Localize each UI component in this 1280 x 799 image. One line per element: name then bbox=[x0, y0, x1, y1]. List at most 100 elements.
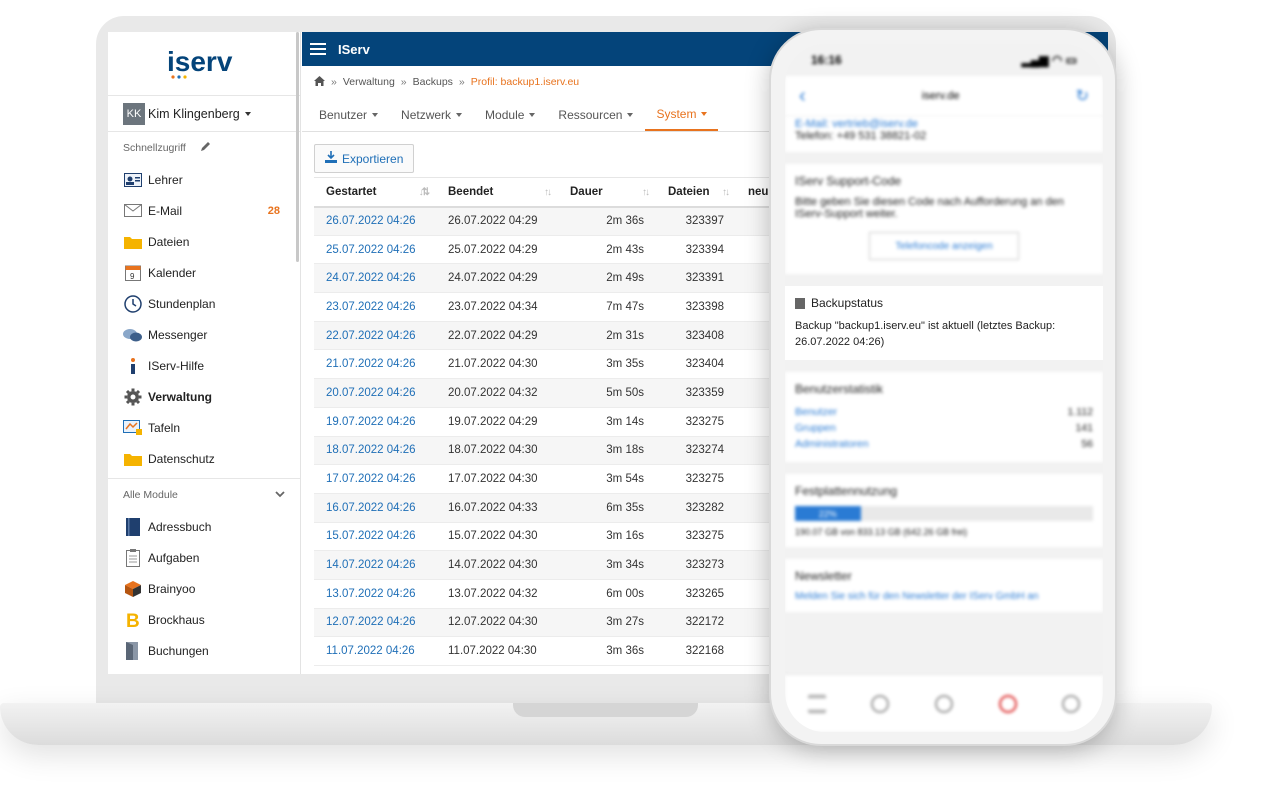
duration-cell: 2m 49s bbox=[558, 263, 656, 294]
stat-label[interactable]: Gruppen bbox=[795, 420, 836, 436]
started-cell[interactable]: 15.07.2022 04:26 bbox=[314, 522, 436, 552]
started-cell[interactable]: 16.07.2022 04:26 bbox=[314, 493, 436, 523]
started-cell[interactable]: 11.07.2022 04:26 bbox=[314, 636, 436, 666]
table-row[interactable]: 17.07.2022 04:26 17.07.2022 04:30 3m 54s 32… bbox=[314, 464, 781, 494]
sidebar-item-buchungen[interactable]: Buchungen bbox=[108, 635, 300, 666]
sidebar-item-lehrer[interactable]: Lehrer bbox=[108, 164, 300, 195]
started-cell[interactable]: 14.07.2022 04:26 bbox=[314, 550, 436, 580]
started-cell[interactable]: 21.07.2022 04:26 bbox=[314, 349, 436, 380]
column-header-gestartet[interactable]: Gestartet ↓⇅ bbox=[314, 177, 436, 208]
started-cell[interactable]: 20.07.2022 04:26 bbox=[314, 378, 436, 408]
sort-icon: ↑↓ bbox=[722, 187, 730, 198]
started-cell[interactable]: 26.07.2022 04:26 bbox=[314, 206, 436, 236]
table-row[interactable]: 19.07.2022 04:26 19.07.2022 04:29 3m 14s 32… bbox=[314, 407, 781, 437]
table-row[interactable]: 18.07.2022 04:26 18.07.2022 04:30 3m 18s 32… bbox=[314, 436, 781, 466]
all-modules-header[interactable]: Alle Module bbox=[108, 479, 300, 511]
sidebar-item-label: IServ-Hilfe bbox=[148, 358, 205, 373]
contact-email[interactable]: E-Mail: vertrieb@iserv.de bbox=[795, 118, 1093, 130]
contact-card-icon bbox=[123, 170, 143, 190]
refresh-icon[interactable]: ↻ bbox=[1076, 86, 1089, 106]
support-code-card: IServ Support-Code Bitte geben Sie diese… bbox=[785, 164, 1103, 274]
started-cell[interactable]: 12.07.2022 04:26 bbox=[314, 608, 436, 638]
chat-tab-icon[interactable] bbox=[934, 694, 953, 713]
breadcrumb-separator: » bbox=[331, 76, 337, 88]
started-cell[interactable]: 25.07.2022 04:26 bbox=[314, 235, 436, 265]
tab-module[interactable]: Module bbox=[474, 98, 546, 131]
sidebar-item-adressbuch[interactable]: Adressbuch bbox=[108, 511, 300, 542]
table-row[interactable]: 15.07.2022 04:26 15.07.2022 04:30 3m 16s 32… bbox=[314, 522, 781, 552]
started-cell[interactable]: 19.07.2022 04:26 bbox=[314, 407, 436, 437]
table-row[interactable]: 23.07.2022 04:26 23.07.2022 04:34 7m 47s 32… bbox=[314, 292, 781, 322]
back-chevron-icon[interactable]: ‹ bbox=[799, 85, 806, 108]
started-cell[interactable]: 24.07.2022 04:26 bbox=[314, 263, 436, 294]
notifications-tab-icon[interactable] bbox=[998, 694, 1017, 713]
breadcrumb-backups[interactable]: Backups bbox=[413, 76, 453, 88]
sidebar-item-tafeln[interactable]: Tafeln bbox=[108, 412, 300, 443]
table-row[interactable]: 21.07.2022 04:26 21.07.2022 04:30 3m 35s 32… bbox=[314, 349, 781, 380]
tab-ressourcen[interactable]: Ressourcen bbox=[547, 98, 644, 131]
duration-cell: 3m 18s bbox=[558, 436, 656, 466]
phone-screen: 16:16 ▂▄▆ ◠ ▭ ‹ iserv.de ↻ E-Mail: vertr… bbox=[785, 44, 1103, 732]
chevron-down-icon bbox=[244, 111, 251, 116]
table-row[interactable]: 22.07.2022 04:26 22.07.2022 04:29 2m 31s 32… bbox=[314, 321, 781, 351]
column-header-dateien[interactable]: Dateien ↑↓ bbox=[656, 177, 736, 208]
sidebar-item-brockhaus[interactable]: B Brockhaus bbox=[108, 604, 300, 635]
pencil-icon[interactable] bbox=[200, 141, 211, 155]
column-header-beendet[interactable]: Beendet ↑↓ bbox=[436, 177, 558, 208]
sidebar-scrollbar[interactable] bbox=[296, 32, 299, 262]
files-cell: 323275 bbox=[656, 407, 736, 437]
table-row[interactable]: 12.07.2022 04:26 12.07.2022 04:30 3m 27s 32… bbox=[314, 608, 781, 638]
sidebar-item-aufgaben[interactable]: Aufgaben bbox=[108, 542, 300, 573]
hamburger-menu-icon[interactable] bbox=[310, 43, 326, 55]
iserv-logo[interactable]: iserv bbox=[108, 32, 300, 96]
table-row[interactable]: 16.07.2022 04:26 16.07.2022 04:33 6m 35s 32… bbox=[314, 493, 781, 523]
started-cell[interactable]: 22.07.2022 04:26 bbox=[314, 321, 436, 351]
tab-benutzer[interactable]: Benutzer bbox=[308, 98, 389, 131]
started-cell[interactable]: 13.07.2022 04:26 bbox=[314, 579, 436, 609]
sidebar-item-kalender[interactable]: 9 Kalender bbox=[108, 257, 300, 288]
table-row[interactable]: 25.07.2022 04:26 25.07.2022 04:29 2m 43s 32… bbox=[314, 235, 781, 265]
newsletter-link[interactable]: Melden Sie sich für den Newsletter der I… bbox=[795, 591, 1093, 602]
table-row[interactable]: 24.07.2022 04:26 24.07.2022 04:29 2m 49s 32… bbox=[314, 263, 781, 294]
table-row[interactable]: 14.07.2022 04:26 14.07.2022 04:30 3m 34s 32… bbox=[314, 550, 781, 580]
sidebar-item-verwaltung[interactable]: Verwaltung bbox=[108, 381, 300, 412]
column-header-dauer[interactable]: Dauer ↑↓ bbox=[558, 177, 656, 208]
settings-tab-icon[interactable] bbox=[1062, 694, 1081, 713]
table-row[interactable]: 11.07.2022 04:26 11.07.2022 04:30 3m 36s 32… bbox=[314, 636, 781, 666]
table-row[interactable]: 20.07.2022 04:26 20.07.2022 04:32 5m 50s 32… bbox=[314, 378, 781, 408]
column-header-label: Dateien bbox=[668, 185, 710, 198]
sidebar-item-brainyoo[interactable]: Brainyoo bbox=[108, 573, 300, 604]
cube-icon bbox=[123, 579, 143, 599]
sidebar-item-datenschutz[interactable]: Datenschutz bbox=[108, 443, 300, 474]
tab-system[interactable]: System bbox=[645, 98, 719, 131]
breadcrumb-verwaltung[interactable]: Verwaltung bbox=[343, 76, 395, 88]
sidebar-item-label: Dateien bbox=[148, 234, 190, 249]
export-button[interactable]: Exportieren bbox=[314, 144, 415, 173]
started-cell[interactable]: 17.07.2022 04:26 bbox=[314, 464, 436, 494]
tab-netzwerk[interactable]: Netzwerk bbox=[390, 98, 473, 131]
menu-tab-icon[interactable] bbox=[807, 694, 826, 713]
duration-cell: 2m 36s bbox=[558, 206, 656, 236]
sidebar-item-stundenplan[interactable]: Stundenplan bbox=[108, 288, 300, 319]
home-tab-icon[interactable] bbox=[871, 694, 890, 713]
started-cell[interactable]: 23.07.2022 04:26 bbox=[314, 292, 436, 322]
files-cell: 323397 bbox=[656, 206, 736, 236]
home-icon[interactable] bbox=[314, 75, 325, 89]
sidebar-item-dateien[interactable]: Dateien bbox=[108, 226, 300, 257]
stat-label[interactable]: Administratoren bbox=[795, 436, 869, 452]
phone-frame: 16:16 ▂▄▆ ◠ ▭ ‹ iserv.de ↻ E-Mail: vertr… bbox=[769, 28, 1117, 746]
sidebar-item-email[interactable]: E-Mail 28 bbox=[108, 195, 300, 226]
sidebar-item-iserv-hilfe[interactable]: IServ-Hilfe bbox=[108, 350, 300, 381]
table-row[interactable]: 13.07.2022 04:26 13.07.2022 04:32 6m 00s 32… bbox=[314, 579, 781, 609]
server-icon bbox=[795, 297, 805, 309]
sidebar-item-label: Lehrer bbox=[148, 172, 183, 187]
user-menu[interactable]: KK Kim Klingenberg bbox=[108, 96, 300, 132]
ended-cell: 14.07.2022 04:30 bbox=[436, 550, 558, 580]
folder-icon bbox=[123, 232, 143, 252]
tab-label: Ressourcen bbox=[558, 107, 623, 122]
show-phone-code-button[interactable]: Telefoncode anzeigen bbox=[869, 232, 1019, 260]
started-cell[interactable]: 18.07.2022 04:26 bbox=[314, 436, 436, 466]
table-row[interactable]: 26.07.2022 04:26 26.07.2022 04:29 2m 36s 32… bbox=[314, 206, 781, 236]
sidebar-item-messenger[interactable]: Messenger bbox=[108, 319, 300, 350]
stat-label[interactable]: Benutzer bbox=[795, 404, 837, 420]
